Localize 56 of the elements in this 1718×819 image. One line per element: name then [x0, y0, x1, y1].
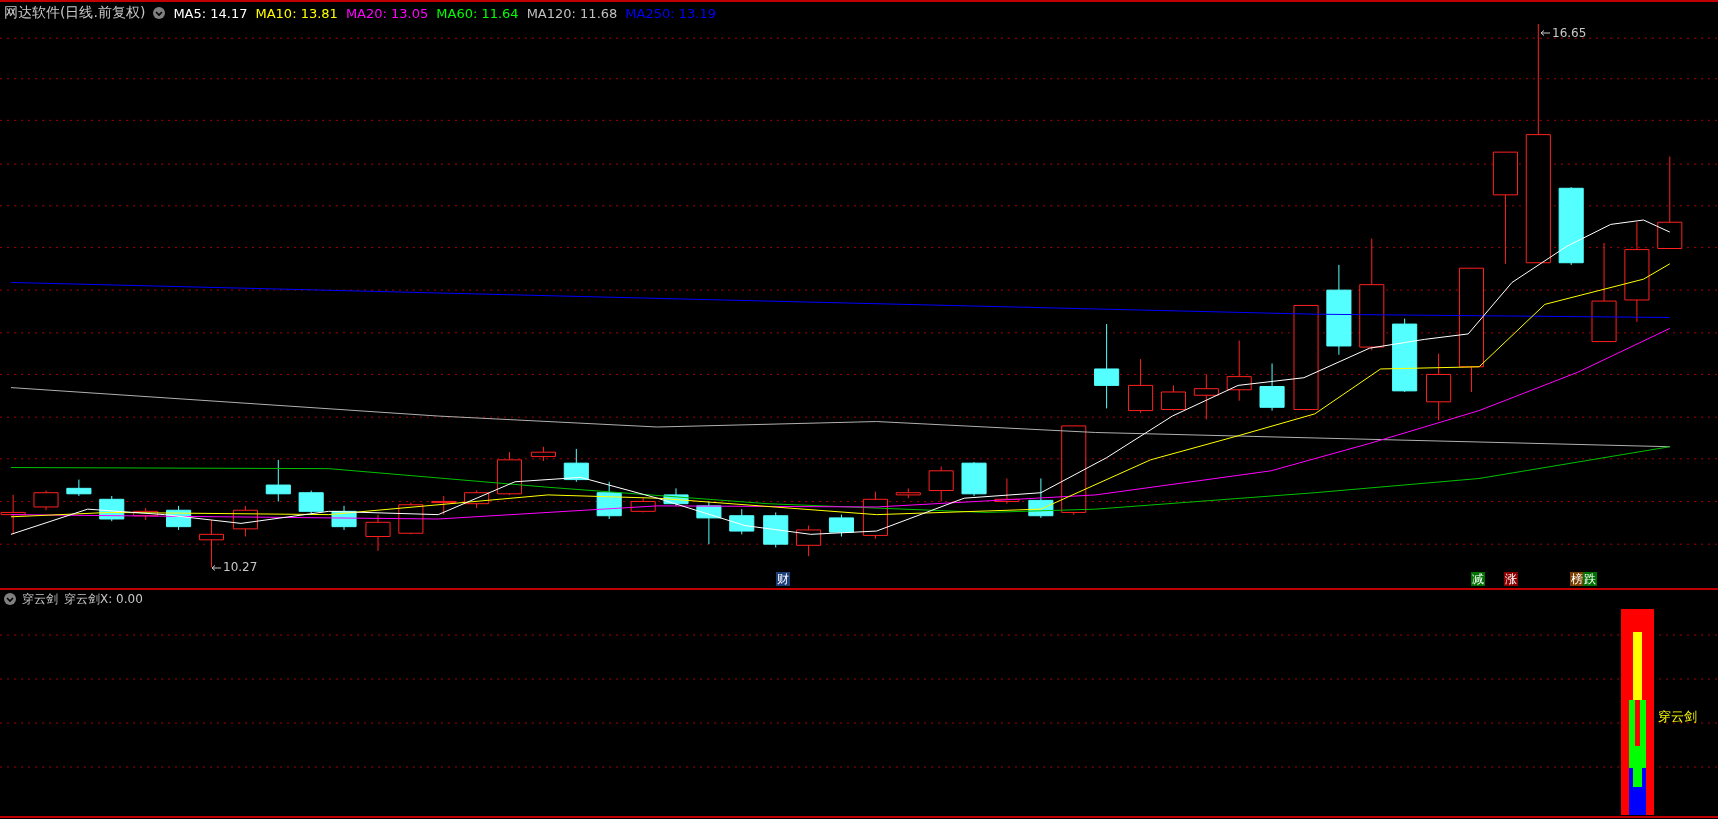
event-tag[interactable]: 财 [775, 572, 790, 586]
event-tag[interactable]: 跌 [1583, 572, 1598, 586]
moving-average-value: MA250: 13.19 [625, 5, 716, 21]
dropdown-icon[interactable] [153, 7, 166, 19]
candlestick [1193, 373, 1219, 420]
candlestick [1028, 478, 1054, 519]
candlestick [828, 514, 854, 538]
event-tag[interactable]: 减 [1471, 572, 1486, 586]
candlestick [530, 446, 556, 462]
candlestick [66, 479, 92, 497]
candlestick [464, 490, 490, 509]
event-tag[interactable]: 涨 [1504, 572, 1519, 586]
moving-average-value: MA120: 11.68 [526, 5, 618, 21]
candlestick [696, 501, 722, 545]
pointer-arrow-icon [211, 565, 221, 571]
event-tag[interactable]: 榜 [1570, 572, 1585, 586]
candlestick [133, 507, 159, 521]
candlestick [496, 451, 523, 496]
candlestick [994, 478, 1020, 505]
candlestick [365, 514, 391, 552]
candlestick [1259, 363, 1285, 412]
candlestick [265, 459, 291, 502]
candlestick [33, 490, 59, 511]
candlestick [1160, 384, 1186, 412]
low-price-label: 10.27 [223, 560, 258, 574]
moving-average-value: MA10: 13.81 [255, 5, 338, 21]
candlestick [630, 497, 656, 513]
candlestick [166, 505, 192, 531]
candlestick [198, 519, 224, 568]
moving-average-value: MA60: 11.64 [436, 5, 519, 21]
candlestick [763, 511, 789, 548]
indicator-name: 穿云剑 [22, 590, 58, 608]
moving-average-value: MA5: 14.17 [173, 5, 248, 21]
indicator-value: 穿云剑X: 0.00 [64, 590, 143, 608]
signal-label: 穿云剑 [1658, 708, 1697, 726]
candlestick [298, 490, 324, 516]
candlestick [563, 448, 589, 483]
chart-title: 网达软件(日线.前复权) [4, 4, 146, 22]
candlestick [961, 461, 987, 497]
candlestick [331, 505, 357, 531]
candlestick [895, 487, 921, 499]
candlestick [1226, 340, 1252, 402]
dropdown-icon[interactable] [4, 593, 16, 605]
candlestick [431, 495, 457, 516]
candlestick [1426, 353, 1452, 421]
candlestick [232, 505, 258, 538]
candlestick [862, 491, 888, 540]
candlestick [663, 487, 689, 507]
pointer-arrow-icon [1540, 30, 1550, 36]
candlestick [796, 525, 822, 557]
candlestick [596, 481, 622, 520]
candlestick [928, 465, 954, 502]
candlestick [1128, 358, 1154, 414]
moving-average-value: MA20: 13.05 [345, 5, 429, 21]
high-price-label: 16.65 [1552, 26, 1587, 40]
candlestick [729, 508, 755, 535]
